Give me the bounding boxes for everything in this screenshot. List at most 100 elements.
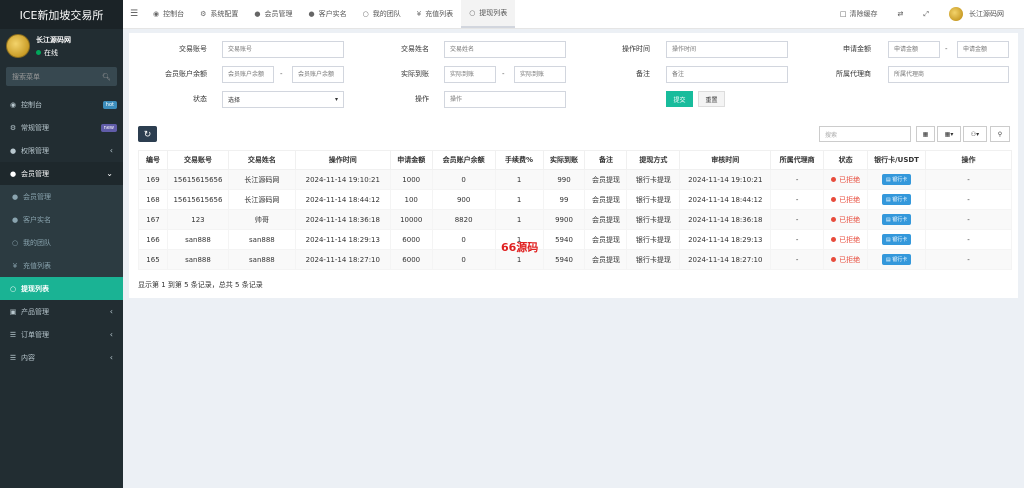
table-cell: 0 <box>431 249 496 270</box>
table-cell: ▤ 银行卡 <box>867 229 927 250</box>
toggle-view-button[interactable]: ▦ <box>916 126 935 142</box>
table-cell: san888 <box>227 229 296 250</box>
search-icon[interactable]: 🔍︎ <box>102 73 111 81</box>
col-header[interactable]: 编号 <box>138 150 168 170</box>
table-cell: ▤ 银行卡 <box>867 249 927 270</box>
sidebar-item-general[interactable]: ⚙ 常规管理 new <box>0 116 123 139</box>
fullscreen-icon[interactable]: ⤢ <box>913 10 939 19</box>
sidebar-item-deposits[interactable]: ¥ 充值列表 <box>0 254 123 277</box>
member-balance-min-input[interactable] <box>222 66 274 83</box>
col-header[interactable]: 交易账号 <box>166 150 229 170</box>
actual-max-input[interactable] <box>514 66 566 83</box>
user-status: 在线 <box>36 48 71 58</box>
col-header[interactable]: 手续费% <box>494 150 544 170</box>
table-cell: 银行卡提现 <box>626 189 681 210</box>
refresh-button[interactable]: ↻ <box>138 126 157 142</box>
table-cell: 1000 <box>389 169 433 190</box>
col-header[interactable]: 交易姓名 <box>227 150 296 170</box>
sidebar-item-permissions[interactable]: ● 权限管理 ‹ <box>0 139 123 162</box>
tab-system-config[interactable]: ⚙ 系统配置 <box>192 0 246 28</box>
col-header[interactable]: 审核时间 <box>679 150 772 170</box>
tab-deposits[interactable]: ¥ 充值列表 <box>409 0 461 28</box>
reset-button[interactable]: 重置 <box>698 91 725 107</box>
table-header: 编号 交易账号 交易姓名 操作时间 申请金额 会员账户余额 手续费% 实际到账 … <box>138 150 1012 170</box>
clear-cache-button[interactable]: □ 清除缓存 <box>830 9 888 19</box>
table-cell: 99 <box>542 189 586 210</box>
tab-team[interactable]: ○ 我的团队 <box>355 0 409 28</box>
user-menu[interactable]: 长江源码网 <box>939 7 1014 21</box>
op-time-input[interactable] <box>666 41 788 58</box>
bank-card-button[interactable]: ▤ 银行卡 <box>881 174 912 185</box>
table-cell: 2024-11-14 18:27:10 <box>294 249 391 270</box>
watermark: 66源码 <box>501 241 539 254</box>
actual-min-input[interactable] <box>444 66 496 83</box>
trade-account-input[interactable] <box>222 41 344 58</box>
col-header[interactable]: 提现方式 <box>626 150 681 170</box>
col-header[interactable]: 操作时间 <box>294 150 391 170</box>
apply-amount-min-input[interactable] <box>888 41 940 58</box>
menu-toggle-icon[interactable]: ☰ <box>123 0 145 28</box>
sidebar-item-kyc[interactable]: ● 客户实名 <box>0 208 123 231</box>
table-icon: ▦ <box>922 130 929 138</box>
remark-input[interactable] <box>666 66 788 83</box>
table-cell: 2024-11-14 19:10:21 <box>679 169 772 190</box>
bank-card-button[interactable]: ▤ 银行卡 <box>881 254 912 265</box>
user-icon: ● <box>11 215 19 224</box>
table-cell: - <box>925 229 1012 250</box>
table-row[interactable]: 165 san888 san888 2024-11-14 18:27:10 6000 0 1… <box>138 249 1012 270</box>
trade-name-input[interactable] <box>444 41 566 58</box>
operation-label: 操作 <box>415 95 429 103</box>
sidebar-item-team[interactable]: ○ 我的团队 <box>0 231 123 254</box>
columns-button[interactable]: ▦▾ <box>937 126 961 142</box>
member-balance-max-input[interactable] <box>292 66 344 83</box>
sidebar-item-content[interactable]: ☰ 内容 ‹ <box>0 346 123 369</box>
table-cell: 长江源码网 <box>227 189 296 210</box>
col-header[interactable]: 备注 <box>584 150 628 170</box>
advanced-search-button[interactable]: ⚲ <box>990 126 1010 142</box>
table-row[interactable]: 166 san888 san888 2024-11-14 18:29:13 6000 0 1… <box>138 229 1012 250</box>
col-header[interactable]: 申请金额 <box>389 150 433 170</box>
table-cell: 已拒绝 <box>823 169 869 190</box>
sidebar-item-products[interactable]: ▣ 产品管理 ‹ <box>0 300 123 323</box>
table-cell: san888 <box>166 249 229 270</box>
table-row[interactable]: 167 123 帅哥 2024-11-14 18:36:18 10000 8820 1 990… <box>138 209 1012 230</box>
table-cell: 会员提现 <box>584 209 628 230</box>
table-cell: 900 <box>431 189 496 210</box>
table-cell: ▤ 银行卡 <box>867 189 927 210</box>
col-header[interactable]: 会员账户余额 <box>431 150 496 170</box>
avatar <box>6 34 30 58</box>
sidebar-item-withdrawals[interactable]: ○ 提现列表 <box>0 277 123 300</box>
submit-button[interactable]: 提交 <box>666 91 693 107</box>
col-header[interactable]: 银行卡/USDT <box>867 150 927 170</box>
col-header[interactable]: 状态 <box>823 150 869 170</box>
bank-card-button[interactable]: ▤ 银行卡 <box>881 194 912 205</box>
sidebar-item-orders[interactable]: ☰ 订单管理 ‹ <box>0 323 123 346</box>
col-header[interactable]: 所属代理商 <box>770 150 825 170</box>
sidebar-item-members[interactable]: ● 会员管理 ⌄ <box>0 162 123 185</box>
export-button[interactable]: ⚇▾ <box>963 126 987 142</box>
sidebar-item-member-management[interactable]: ● 会员管理 <box>0 185 123 208</box>
tab-dashboard[interactable]: ◉ 控制台 <box>145 0 192 28</box>
language-icon[interactable]: ⇄ <box>888 10 914 18</box>
app-title[interactable]: ICE新加坡交易所 <box>0 0 123 29</box>
tab-withdrawals[interactable]: ○ 提现列表 <box>461 0 516 28</box>
tab-kyc[interactable]: ● 客户实名 <box>301 0 355 28</box>
col-header[interactable]: 实际到账 <box>542 150 586 170</box>
trade-account-label: 交易账号 <box>179 45 207 53</box>
agent-input[interactable] <box>888 66 1009 83</box>
member-balance-label: 会员账户余额 <box>165 70 207 78</box>
bank-card-button[interactable]: ▤ 银行卡 <box>881 234 912 245</box>
sidebar-search-input[interactable]: 搜索菜单 🔍︎ <box>6 67 117 86</box>
tab-member-management[interactable]: ● 会员管理 <box>246 0 300 28</box>
bank-card-button[interactable]: ▤ 银行卡 <box>881 214 912 225</box>
yen-icon: ¥ <box>12 261 18 270</box>
table-cell: 5940 <box>542 249 586 270</box>
status-select[interactable]: 选择 ▾ <box>222 91 344 108</box>
operation-input[interactable] <box>444 91 566 108</box>
col-header[interactable]: 操作 <box>925 150 1012 170</box>
table-row[interactable]: 169 15615615656 长江源码网 2024-11-14 19:10:21 10… <box>138 169 1012 190</box>
apply-amount-max-input[interactable] <box>957 41 1009 58</box>
table-search-input[interactable]: 搜索 <box>819 126 911 142</box>
table-row[interactable]: 168 15615615656 长江源码网 2024-11-14 18:44:12 10… <box>138 189 1012 210</box>
sidebar-item-dashboard[interactable]: ◉ 控制台 hot <box>0 93 123 116</box>
